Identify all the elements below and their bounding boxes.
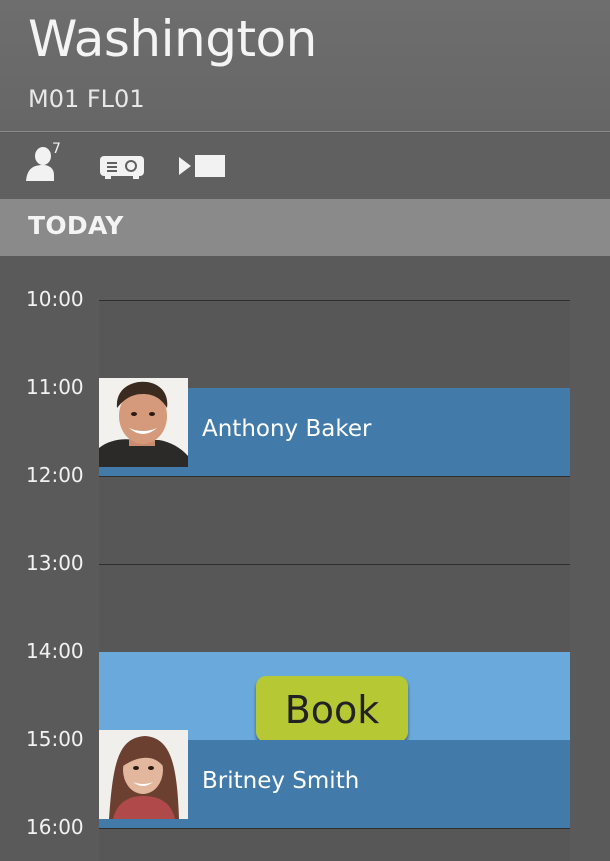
- projector-icon: [100, 153, 144, 179]
- woman-photo-avatar: [99, 730, 188, 819]
- hour-label: 13:00: [26, 551, 84, 575]
- booking-organizer-name: Britney Smith: [202, 768, 360, 794]
- book-button[interactable]: Book: [256, 676, 408, 742]
- man-photo-avatar: [99, 378, 188, 467]
- hour-label: 11:00: [26, 375, 84, 399]
- schedule[interactable]: 10:00 11:00 12:00 13:00 14:00 15:00 16:0…: [0, 256, 610, 861]
- hour-label: 16:00: [26, 815, 84, 839]
- capacity-count: 7: [52, 141, 61, 157]
- day-label: TODAY: [28, 211, 124, 240]
- hour-line: [99, 476, 570, 477]
- room-header: Washington M01 FL01: [0, 0, 610, 132]
- booking-block[interactable]: Britney Smith: [99, 730, 570, 828]
- room-name: Washington: [28, 10, 317, 68]
- hour-line: [99, 300, 570, 301]
- booking-organizer-name: Anthony Baker: [202, 416, 372, 442]
- hour-label: 15:00: [26, 727, 84, 751]
- hour-line: [99, 828, 570, 829]
- hour-label: 14:00: [26, 639, 84, 663]
- room-code: M01 FL01: [28, 85, 145, 113]
- video-camera-icon: [179, 155, 225, 177]
- amenities-bar: 7: [0, 133, 610, 199]
- hour-line: [99, 564, 570, 565]
- hour-label: 12:00: [26, 463, 84, 487]
- booking-block[interactable]: Anthony Baker: [99, 378, 570, 476]
- hour-label: 10:00: [26, 287, 84, 311]
- day-header: TODAY: [0, 199, 610, 256]
